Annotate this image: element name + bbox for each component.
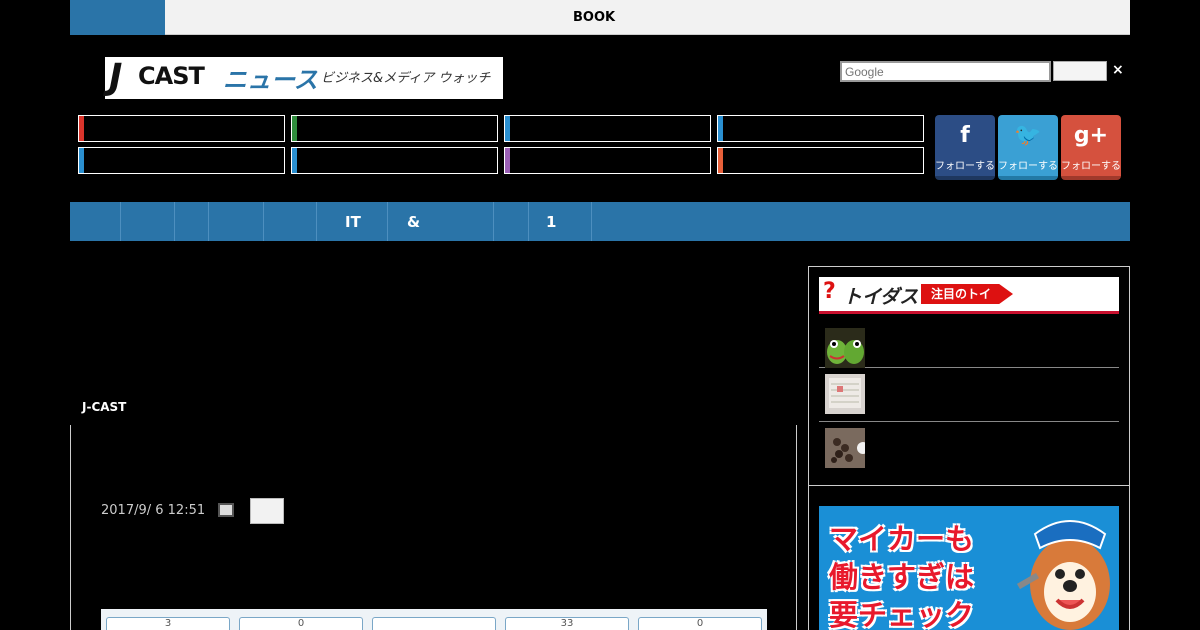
nav-divider	[120, 202, 121, 241]
share-button-5[interactable]: 0	[638, 617, 762, 630]
toidas-header[interactable]: ? トイダス 注目のトイ	[819, 277, 1119, 314]
category-stripe	[79, 148, 84, 173]
search-input[interactable]	[840, 61, 1051, 82]
nav-divider	[591, 202, 592, 241]
logo-j: J	[109, 57, 123, 98]
article-action-button[interactable]	[250, 498, 284, 524]
logo-cast: CAST	[138, 62, 205, 90]
sidebar-border-right	[1129, 486, 1130, 630]
search-button[interactable]	[1053, 61, 1107, 81]
site-logo[interactable]: J CAST ニュース ビジネス&メディア ウォッチ	[105, 57, 503, 99]
top-bar: BOOK	[70, 0, 1130, 35]
twitter-follow-button[interactable]: 🐦 フォローする	[998, 115, 1058, 180]
category-stripe	[292, 148, 297, 173]
sidebar-border-left	[808, 486, 809, 630]
ad-line-2: 働きすぎは	[829, 560, 975, 594]
nav-divider	[174, 202, 175, 241]
site-name-label: J-CAST	[82, 400, 127, 414]
category-box-8[interactable]	[717, 147, 924, 174]
category-box-3[interactable]	[504, 115, 711, 142]
list-item[interactable]	[819, 314, 1119, 368]
question-mark-icon: ?	[823, 279, 836, 304]
nav-divider	[528, 202, 529, 241]
top-bar-home-tab[interactable]	[70, 0, 165, 35]
close-icon[interactable]: ×	[1112, 62, 1124, 78]
share-button-3[interactable]	[372, 617, 496, 630]
frog-thumbnail-icon	[825, 328, 865, 368]
article-border-right	[796, 425, 797, 630]
category-box-4[interactable]	[717, 115, 924, 142]
nav-item-1[interactable]: 1	[546, 213, 556, 231]
print-icon[interactable]	[218, 503, 234, 517]
category-stripe	[79, 116, 84, 141]
beans-thumbnail-icon	[825, 428, 865, 468]
category-stripe	[718, 116, 723, 141]
category-stripe	[718, 148, 723, 173]
google-plus-follow-label: フォローする	[1061, 161, 1121, 172]
advertisement-banner[interactable]: マイカーも 働きすぎは 要チェック	[819, 506, 1119, 630]
nav-divider	[263, 202, 264, 241]
category-box-6[interactable]	[291, 147, 498, 174]
main-nav: IT & 1	[70, 202, 1130, 241]
category-stripe	[292, 116, 297, 141]
category-box-5[interactable]	[78, 147, 285, 174]
article-date: 2017/9/ 6 12:51	[101, 503, 206, 518]
list-item[interactable]	[819, 422, 1119, 476]
category-box-1[interactable]	[78, 115, 285, 142]
logo-tagline: ビジネス&メディア ウォッチ	[321, 71, 491, 86]
google-plus-icon: g+	[1073, 123, 1109, 148]
nav-item-it[interactable]: IT	[345, 213, 361, 231]
facebook-icon: f	[960, 123, 970, 148]
google-plus-follow-button[interactable]: g+ フォローする	[1061, 115, 1121, 180]
list-item[interactable]	[819, 368, 1119, 422]
facebook-follow-label: フォローする	[935, 161, 995, 172]
article-border-left	[70, 425, 71, 630]
mascot-illustration	[1016, 520, 1110, 630]
ad-line-1: マイカーも	[829, 522, 975, 556]
book-link[interactable]: BOOK	[573, 10, 615, 25]
category-box-7[interactable]	[504, 147, 711, 174]
share-button-1[interactable]: 3	[106, 617, 230, 630]
nav-item-and[interactable]: &	[407, 213, 420, 231]
nav-divider	[208, 202, 209, 241]
facebook-follow-button[interactable]: f フォローする	[935, 115, 995, 180]
nav-divider	[493, 202, 494, 241]
toidas-featured-badge[interactable]: 注目のトイ	[921, 284, 1013, 304]
category-stripe	[505, 148, 510, 173]
document-thumbnail-icon	[825, 374, 865, 414]
share-button-2[interactable]: 0	[239, 617, 363, 630]
nav-divider	[316, 202, 317, 241]
twitter-follow-label: フォローする	[998, 161, 1058, 172]
category-stripe	[505, 116, 510, 141]
twitter-icon: 🐦	[1014, 123, 1042, 148]
ad-line-3: 要チェック	[829, 598, 975, 630]
toidas-logo: トイダス	[843, 286, 919, 308]
logo-news: ニュース	[223, 66, 318, 94]
share-button-4[interactable]: 33	[505, 617, 629, 630]
nav-divider	[387, 202, 388, 241]
category-box-2[interactable]	[291, 115, 498, 142]
